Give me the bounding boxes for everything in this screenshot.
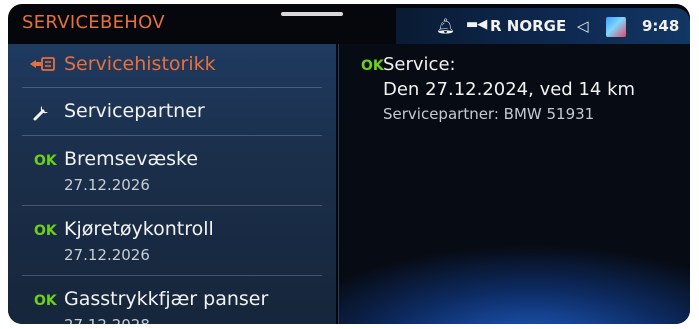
idrive-screen: SERVICEBEHOV 🔔︎ ▬◀ R NORGE ◁ 9:48 Servic [8, 4, 690, 324]
detail-title: Service: [383, 54, 456, 75]
menu-item-bremsevaeske[interactable]: OK Bremsevæske 27.12.2026 [8, 136, 336, 206]
speaker-icon[interactable]: ◁ [577, 17, 589, 35]
menu-item-kjoretoykontroll[interactable]: OK Kjøretøykontroll 27.12.2026 [8, 206, 336, 276]
menu-item-label: Gasstrykkfjær panser [64, 288, 269, 310]
ok-badge: OK [361, 58, 384, 74]
menu-item-label: Servicehistorikk [64, 53, 216, 75]
service-detail-panel: OK Service: Den 27.12.2024, ved 14 km Se… [338, 44, 690, 324]
navigation-map-icon[interactable] [606, 17, 626, 37]
signal-icon: ▬◀ [466, 17, 487, 32]
clock: 9:48 [642, 17, 680, 35]
menu-item-servicehistorikk[interactable]: Servicehistorikk [8, 44, 336, 88]
menu-item-date: 27.12.2028 [64, 316, 150, 324]
service-menu: Servicehistorikk Servicepartner OK Brems… [8, 44, 336, 324]
ok-badge: OK [34, 223, 57, 239]
ok-badge: OK [34, 153, 57, 169]
menu-item-date: 27.12.2026 [64, 176, 150, 194]
menu-item-label: Kjøretøykontroll [64, 218, 214, 240]
status-bar: 🔔︎ ▬◀ R NORGE ◁ 9:48 [396, 8, 690, 44]
ok-badge: OK [34, 293, 57, 309]
menu-item-date: 27.12.2026 [64, 246, 150, 264]
detail-due-date: Den 27.12.2024, ved 14 km [383, 79, 636, 100]
menu-item-servicepartner[interactable]: Servicepartner [8, 88, 336, 136]
panel-divider [338, 44, 339, 324]
bell-icon[interactable]: 🔔︎ [436, 17, 455, 35]
menu-item-gasstrykkfjaer-panser[interactable]: OK Gasstrykkfjær panser 27.12.2028 [8, 276, 336, 324]
top-bar: SERVICEBEHOV 🔔︎ ▬◀ R NORGE ◁ 9:48 [8, 4, 690, 44]
menu-item-label: Servicepartner [64, 100, 205, 122]
service-history-icon [28, 55, 56, 77]
menu-item-label: Bremsevæske [64, 148, 199, 170]
radio-station-label[interactable]: R NORGE [490, 17, 566, 35]
wrench-icon [32, 102, 52, 126]
drag-handle[interactable] [281, 12, 343, 16]
page-title: SERVICEBEHOV [22, 12, 165, 33]
detail-service-partner: Servicepartner: BMW 51931 [383, 105, 595, 123]
